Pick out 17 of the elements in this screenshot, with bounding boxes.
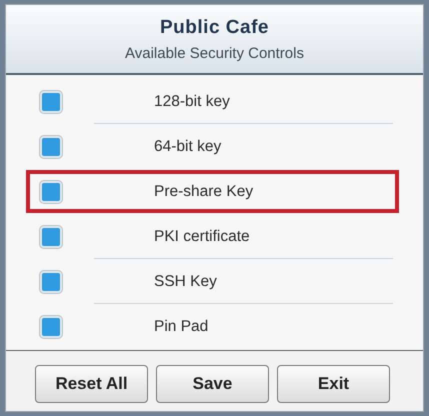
option-label: Pre-share Key (154, 182, 254, 200)
option-label: Pin Pad (154, 318, 208, 336)
option-label: 128-bit key (154, 92, 230, 110)
checkbox[interactable] (40, 316, 62, 338)
dialog-button[interactable]: Save (156, 365, 269, 403)
dialog-title: Public Cafe (160, 16, 269, 38)
checkbox[interactable] (40, 90, 62, 112)
checkbox[interactable] (40, 270, 62, 292)
option-label: PKI certificate (154, 228, 250, 246)
dialog-button[interactable]: Reset All (35, 365, 148, 403)
option-label: SSH Key (154, 272, 217, 290)
option-label: 64-bit key (154, 138, 222, 156)
checkbox[interactable] (40, 226, 62, 248)
checkbox[interactable] (40, 180, 62, 202)
dialog-button[interactable]: Exit (277, 365, 390, 403)
checkbox[interactable] (40, 136, 62, 158)
dialog-subtitle: Available Security Controls (125, 44, 304, 62)
